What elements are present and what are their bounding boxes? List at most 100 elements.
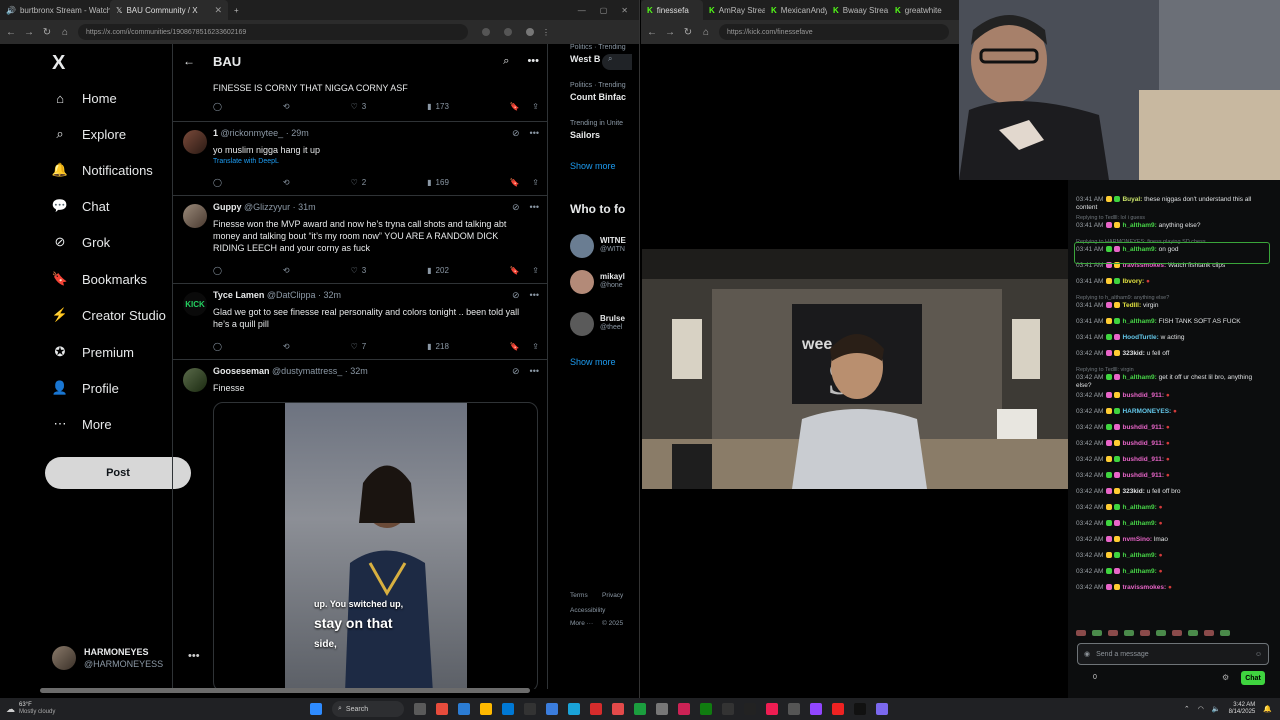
chat-username[interactable]: h_altham9:: [1122, 568, 1156, 575]
tweet[interactable]: KICK Tyce Lamen @DatClippa · 32m ⊘ ••• Gl…: [173, 284, 547, 360]
app-icon[interactable]: [744, 703, 756, 715]
chat-username[interactable]: bushdid_911:: [1122, 456, 1164, 463]
chat-message[interactable]: 03:42 AM h_altham9: ●: [1076, 504, 1266, 512]
app-icon[interactable]: [524, 703, 536, 715]
tab-bau-community[interactable]: 𝕏 BAU Community / X ✕: [110, 0, 228, 20]
more-options-icon[interactable]: •••: [530, 202, 539, 213]
avatar[interactable]: [570, 234, 594, 258]
chat-message[interactable]: 03:42 AM h_altham9: get it off ur chest l…: [1076, 374, 1266, 390]
tray-expand-icon[interactable]: ⌃: [1184, 705, 1190, 713]
back-icon[interactable]: ←: [6, 27, 16, 38]
retweet-icon[interactable]: ⟲: [283, 342, 290, 351]
chat-username[interactable]: HARMONEYES:: [1122, 408, 1171, 415]
app-icon[interactable]: [590, 703, 602, 715]
bookmark-icon[interactable]: 🔖: [510, 102, 520, 111]
more-options-icon[interactable]: •••: [530, 128, 539, 139]
bookmark-icon[interactable]: 🔖: [510, 266, 520, 275]
url-field[interactable]: https://kick.com/finessefave: [719, 24, 949, 40]
sidebar-item-chat[interactable]: 💬 Chat: [52, 198, 110, 214]
chat-message[interactable]: 03:41 AM h_altham9: FISH TANK SOFT AS FUC…: [1076, 318, 1266, 326]
app-icon[interactable]: [546, 703, 558, 715]
avatar[interactable]: [183, 368, 207, 392]
extension-icon[interactable]: [482, 28, 490, 36]
chat-message[interactable]: 03:42 AM bushdid_911: ●: [1076, 456, 1266, 464]
chat-username[interactable]: h_altham9:: [1122, 520, 1156, 527]
task-view-icon[interactable]: [414, 703, 426, 715]
views-button[interactable]: ▮ 173: [427, 102, 449, 111]
minimize-icon[interactable]: —: [578, 6, 586, 15]
more-options-icon[interactable]: •••: [530, 290, 539, 301]
video-player[interactable]: up. You switched up, stay on that side,: [213, 402, 538, 689]
x-logo-icon[interactable]: X: [52, 52, 65, 75]
windows-start-icon[interactable]: [310, 703, 322, 715]
trend-item[interactable]: Count Binfac: [570, 92, 626, 102]
xbox-icon[interactable]: [700, 703, 712, 715]
footer-link[interactable]: Privacy: [602, 592, 623, 599]
footer-link[interactable]: More ···: [570, 620, 593, 627]
grok-icon[interactable]: ⊘: [512, 290, 520, 301]
retweet-icon[interactable]: ⟲: [283, 266, 290, 275]
trend-item[interactable]: Sailors: [570, 130, 600, 140]
chat-message[interactable]: 03:42 AM travissmokes: ●: [1076, 584, 1266, 592]
avatar[interactable]: [570, 312, 594, 336]
share-icon[interactable]: ⇪: [532, 178, 539, 187]
notification-bell-icon[interactable]: 🔔: [1263, 705, 1272, 713]
chat-message[interactable]: 03:42 AM nvmSino: lmao: [1076, 536, 1266, 544]
clock[interactable]: 3:42 AM 8/14/2025: [1229, 702, 1256, 716]
tab-stream[interactable]: K MexicanAndy: [765, 0, 827, 20]
retweet-icon[interactable]: ⟲: [283, 102, 290, 111]
post-button[interactable]: Post: [45, 457, 191, 489]
views-button[interactable]: ▮ 169: [427, 178, 449, 187]
share-icon[interactable]: ⇪: [532, 342, 539, 351]
back-arrow-icon[interactable]: ←: [183, 54, 195, 68]
horizontal-scrollbar[interactable]: [40, 688, 530, 693]
share-icon[interactable]: ⇪: [532, 266, 539, 275]
chat-message[interactable]: 03:41 AM HoodTurtle: w acting: [1076, 334, 1266, 342]
tab-burtbronx[interactable]: 🔊 burtbronx Stream - Watch Liv: [0, 0, 110, 20]
taskbar-search[interactable]: ⌕ Search: [332, 701, 404, 717]
tab-stream[interactable]: K AmRay Strea: [703, 0, 765, 20]
forward-icon[interactable]: →: [24, 27, 34, 38]
chat-username[interactable]: h_altham9:: [1122, 318, 1156, 325]
app-icon[interactable]: [436, 703, 448, 715]
app-icon[interactable]: [568, 703, 580, 715]
send-chat-button[interactable]: Chat: [1241, 671, 1265, 685]
chat-username[interactable]: 323kid:: [1122, 488, 1144, 495]
new-tab-button[interactable]: +: [228, 0, 245, 20]
sidebar-item-profile[interactable]: 👤 Profile: [52, 380, 119, 396]
grok-icon[interactable]: ⊘: [512, 366, 520, 377]
forward-icon[interactable]: →: [665, 27, 675, 38]
footer-link[interactable]: Terms: [570, 592, 588, 599]
weather-widget[interactable]: ☁ 63°F Mostly cloudy: [0, 702, 150, 716]
footer-link[interactable]: Accessibility: [570, 607, 605, 614]
sidebar-item-premium[interactable]: ✪ Premium: [52, 344, 134, 360]
avatar[interactable]: [183, 204, 207, 228]
close-tab-icon[interactable]: ✕: [214, 5, 222, 16]
grok-icon[interactable]: ⊘: [512, 202, 520, 213]
menu-icon[interactable]: ⋮: [542, 28, 550, 37]
profile-avatar-icon[interactable]: [526, 28, 534, 36]
app-icon[interactable]: [678, 703, 690, 715]
sidebar-item-explore[interactable]: ⌕ Explore: [52, 126, 126, 142]
search-icon[interactable]: ⌕: [503, 55, 509, 68]
file-explorer-icon[interactable]: [480, 703, 492, 715]
chat-username[interactable]: h_altham9:: [1122, 374, 1156, 381]
sidebar-item-home[interactable]: ⌂ Home: [52, 90, 117, 106]
tab-stream[interactable]: Kgreatwhite: [889, 0, 951, 20]
app-icon[interactable]: [832, 703, 844, 715]
chat-message[interactable]: 03:42 AM bushdid_911: ●: [1076, 424, 1266, 432]
tab-stream[interactable]: K Bwaay Strea: [827, 0, 889, 20]
chat-message[interactable]: 03:41 AM lbvory: ●: [1076, 278, 1266, 286]
chat-message[interactable]: 03:42 AM h_altham9: ●: [1076, 552, 1266, 560]
chat-username[interactable]: lbvory:: [1122, 278, 1144, 285]
chat-message[interactable]: 03:41 AM h_altham9: anything else?: [1076, 222, 1266, 230]
chat-username[interactable]: travissmokes:: [1122, 584, 1166, 591]
app-icon[interactable]: [656, 703, 668, 715]
tweet[interactable]: Gooseseman @dustymattress_ · 32m ⊘ ••• Fi…: [173, 360, 547, 689]
sidebar-item-grok[interactable]: ⊘ Grok: [52, 234, 111, 250]
grok-icon[interactable]: ⊘: [512, 128, 520, 139]
chat-username[interactable]: h_altham9:: [1122, 552, 1156, 559]
follow-suggestion-name[interactable]: Brulse: [600, 314, 625, 323]
tiktok-icon[interactable]: [766, 703, 778, 715]
chat-username[interactable]: bushdid_911:: [1122, 392, 1164, 399]
